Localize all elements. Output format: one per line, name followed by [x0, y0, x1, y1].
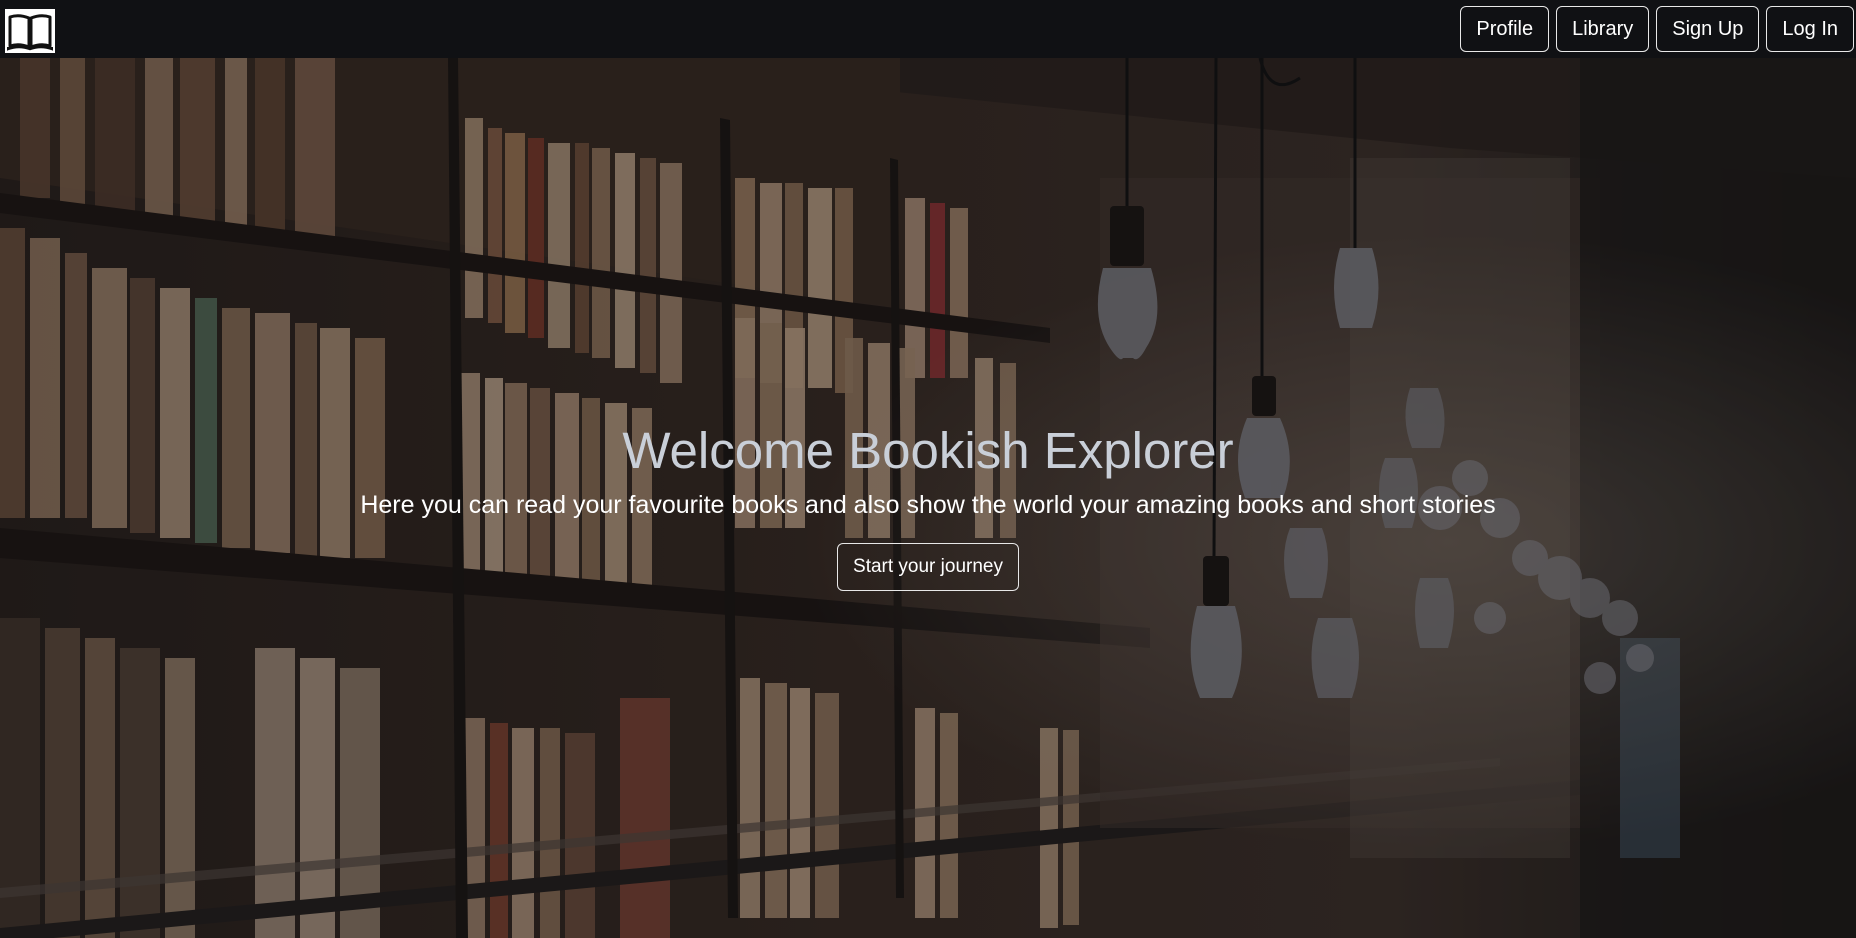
- nav-buttons: Profile Library Sign Up Log In: [1460, 6, 1854, 52]
- sign-up-button[interactable]: Sign Up: [1656, 6, 1760, 52]
- start-journey-button[interactable]: Start your journey: [837, 542, 1019, 591]
- hero-title: Welcome Bookish Explorer: [622, 422, 1234, 479]
- open-book-icon: [7, 14, 53, 51]
- hero-content: Welcome Bookish Explorer Here you can re…: [0, 420, 1856, 591]
- profile-button[interactable]: Profile: [1460, 6, 1550, 52]
- top-navbar: Profile Library Sign Up Log In: [0, 0, 1856, 58]
- logo[interactable]: [5, 9, 55, 53]
- hero-subtitle: Here you can read your favourite books a…: [360, 491, 1496, 520]
- library-button[interactable]: Library: [1556, 6, 1650, 52]
- log-in-button[interactable]: Log In: [1766, 6, 1854, 52]
- hero-section: Welcome Bookish Explorer Here you can re…: [0, 58, 1856, 938]
